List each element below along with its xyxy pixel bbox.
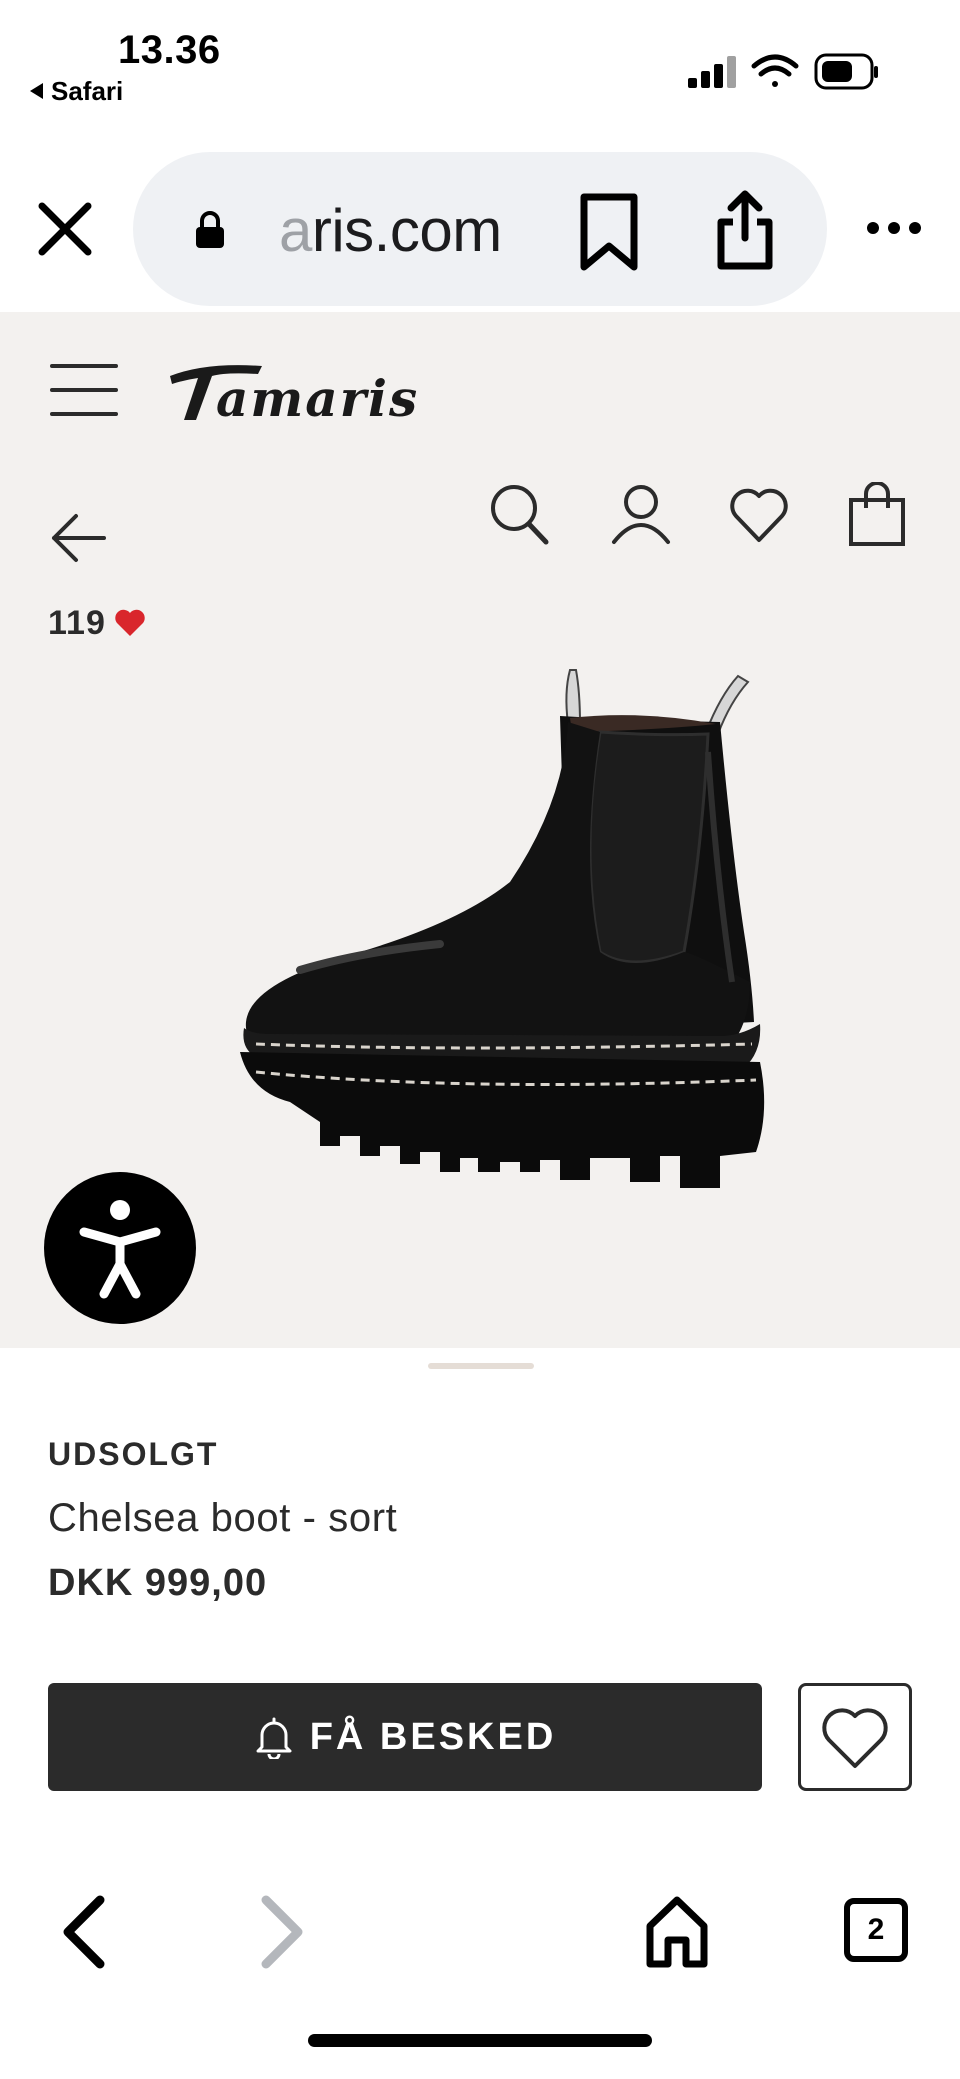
wifi-icon [751, 54, 799, 87]
status-time: 13.36 [118, 28, 221, 72]
close-icon[interactable] [36, 200, 94, 258]
chevron-left-icon[interactable] [58, 1892, 110, 1972]
chevron-right-icon[interactable] [256, 1892, 308, 1972]
notify-me-button[interactable]: FÅ BESKED [48, 1683, 762, 1791]
brand-logo[interactable]: amaris [166, 354, 478, 426]
back-app-label: Safari [51, 76, 124, 106]
tabs-button[interactable]: 2 [844, 1898, 908, 1962]
accessibility-icon [79, 1200, 161, 1299]
status-bar: 13.36 Safari [0, 0, 960, 140]
back-arrow-icon[interactable] [48, 508, 108, 568]
home-indicator[interactable] [308, 2034, 652, 2047]
product-gallery: amaris 119 [0, 312, 960, 1348]
lock-icon [196, 211, 224, 248]
more-icon[interactable] [866, 214, 922, 242]
search-icon[interactable] [488, 482, 550, 548]
stock-status: UDSOLGT [48, 1436, 219, 1472]
likes-count: 119 [48, 604, 146, 643]
safari-url-bar: aris.com [0, 140, 960, 312]
likes-number: 119 [48, 604, 106, 642]
like-heart-icon[interactable] [114, 608, 146, 638]
add-to-wishlist-button[interactable] [798, 1683, 912, 1791]
back-to-app-link[interactable]: Safari [30, 76, 123, 107]
status-icons [688, 53, 878, 90]
gallery-indicator [428, 1363, 534, 1369]
bell-icon [256, 1717, 292, 1759]
url-faded-text: a [279, 197, 312, 264]
tabs-count: 2 [867, 1913, 885, 1946]
share-icon[interactable] [713, 188, 777, 272]
account-icon[interactable] [610, 482, 672, 548]
menu-icon[interactable] [50, 364, 118, 416]
accessibility-button[interactable] [44, 1172, 196, 1324]
battery-icon [814, 53, 878, 90]
product-name: Chelsea boot - sort [48, 1496, 398, 1540]
svg-text:amaris: amaris [216, 369, 419, 426]
url-text: aris.com [279, 196, 502, 265]
notify-label: FÅ BESKED [309, 1715, 557, 1758]
product-image[interactable] [160, 652, 800, 1252]
address-field[interactable]: aris.com [133, 152, 827, 306]
product-price: DKK 999,00 [48, 1562, 268, 1604]
back-triangle-icon [30, 83, 43, 99]
home-icon[interactable] [644, 1894, 710, 1970]
bookmark-icon[interactable] [578, 192, 640, 272]
heart-icon[interactable] [728, 482, 790, 548]
bag-icon[interactable] [846, 482, 908, 548]
url-domain: ris.com [311, 197, 502, 264]
heart-outline-icon [822, 1708, 888, 1768]
cellular-signal-icon [688, 56, 736, 88]
